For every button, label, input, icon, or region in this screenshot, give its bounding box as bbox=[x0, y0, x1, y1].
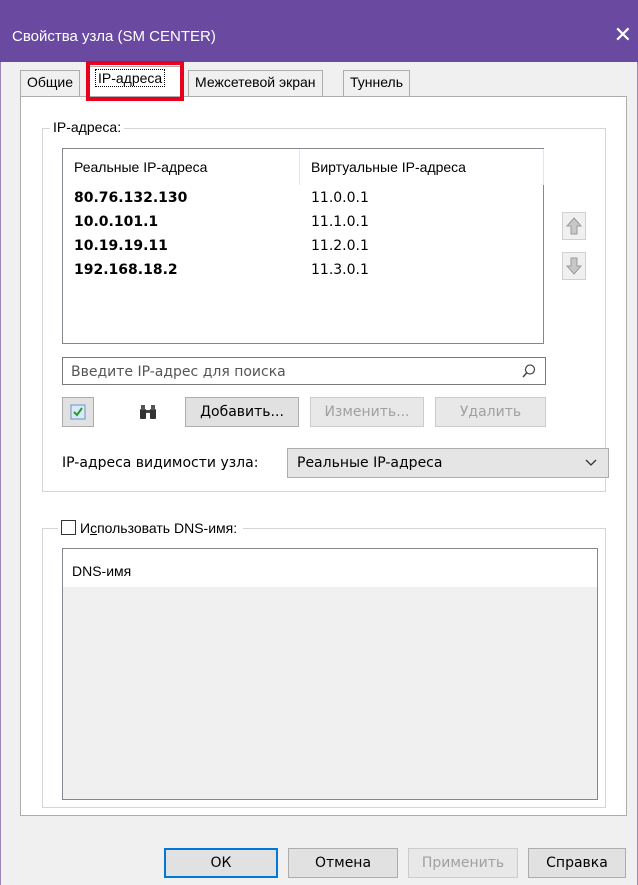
ok-button-label: ОК bbox=[210, 855, 232, 871]
virtual-ip: 11.3.0.1 bbox=[311, 262, 369, 278]
checkmark-icon bbox=[70, 404, 86, 420]
find-button[interactable] bbox=[132, 397, 164, 427]
add-button[interactable]: Добавить... bbox=[185, 397, 299, 427]
title-bar: Свойства узла (SM CENTER) ✕ bbox=[0, 0, 638, 62]
table-row[interactable]: 80.76.132.130 11.0.0.1 bbox=[63, 190, 543, 213]
virtual-ip: 11.1.0.1 bbox=[311, 214, 369, 230]
select-all-button[interactable] bbox=[62, 397, 94, 427]
column-real-ip[interactable]: Реальные IP-адреса bbox=[74, 159, 207, 175]
delete-button[interactable]: Удалить bbox=[435, 397, 546, 427]
dns-checkbox-label-prefix[interactable]: И bbox=[80, 520, 90, 536]
help-button[interactable]: Справка bbox=[528, 848, 626, 878]
tab-tunnel[interactable]: Туннель bbox=[343, 70, 411, 96]
column-dns-name[interactable]: DNS-имя bbox=[72, 563, 131, 579]
arrow-up-icon bbox=[565, 217, 583, 235]
table-row[interactable]: 10.19.19.11 11.2.0.1 bbox=[63, 238, 543, 261]
arrow-down-icon bbox=[565, 257, 583, 275]
close-icon[interactable]: ✕ bbox=[614, 22, 632, 48]
tab-label: Общие bbox=[27, 74, 74, 90]
edit-button-label: Изменить... bbox=[324, 404, 410, 420]
visibility-select[interactable]: Реальные IP-адреса bbox=[287, 448, 609, 478]
cancel-button-label: Отмена bbox=[314, 855, 372, 871]
real-ip: 10.0.101.1 bbox=[74, 214, 159, 230]
list-header: Реальные IP-адреса Виртуальные IP-адреса bbox=[63, 149, 544, 185]
highlight-box bbox=[86, 61, 184, 101]
visibility-value: Реальные IP-адреса bbox=[297, 455, 443, 471]
apply-button[interactable]: Применить bbox=[408, 848, 518, 878]
ip-address-list[interactable]: Реальные IP-адреса Виртуальные IP-адреса… bbox=[62, 148, 544, 344]
virtual-ip: 11.0.0.1 bbox=[311, 190, 369, 206]
dns-name-list[interactable]: DNS-имя bbox=[62, 548, 598, 800]
binoculars-icon bbox=[140, 405, 156, 419]
window-title: Свойства узла (SM CENTER) bbox=[12, 28, 216, 45]
delete-button-label: Удалить bbox=[459, 404, 522, 420]
tab-label: Туннель bbox=[350, 74, 404, 90]
real-ip: 10.19.19.11 bbox=[74, 238, 168, 254]
ip-group-legend: IP-адреса: bbox=[50, 119, 125, 135]
real-ip: 80.76.132.130 bbox=[74, 190, 188, 206]
ok-button[interactable]: ОК bbox=[164, 848, 278, 878]
list-header: DNS-имя bbox=[63, 549, 597, 587]
column-divider[interactable] bbox=[299, 149, 300, 185]
dns-checkbox-label-accel[interactable]: с bbox=[90, 520, 97, 536]
table-row[interactable]: 10.0.101.1 11.1.0.1 bbox=[63, 214, 543, 237]
cancel-button[interactable]: Отмена bbox=[288, 848, 398, 878]
edit-button[interactable]: Изменить... bbox=[310, 397, 424, 427]
virtual-ip: 11.2.0.1 bbox=[311, 238, 369, 254]
ip-search-box[interactable] bbox=[62, 357, 546, 385]
move-down-button[interactable] bbox=[562, 252, 586, 280]
add-button-label: Добавить... bbox=[200, 404, 284, 420]
apply-button-label: Применить bbox=[421, 855, 505, 871]
search-input[interactable] bbox=[69, 362, 509, 381]
search-icon[interactable] bbox=[521, 363, 537, 379]
visibility-label: IP-адреса видимости узла: bbox=[62, 455, 259, 471]
tab-firewall[interactable]: Межсетевой экран bbox=[188, 70, 323, 96]
dns-checkbox-label-rest[interactable]: пользовать DNS-имя: bbox=[97, 520, 237, 536]
column-divider[interactable] bbox=[543, 149, 544, 185]
tab-general[interactable]: Общие bbox=[20, 70, 81, 96]
column-virtual-ip[interactable]: Виртуальные IP-адреса bbox=[311, 159, 466, 175]
use-dns-checkbox[interactable] bbox=[61, 520, 76, 535]
table-row[interactable]: 192.168.18.2 11.3.0.1 bbox=[63, 262, 543, 285]
real-ip: 192.168.18.2 bbox=[74, 262, 178, 278]
dns-group-legend: Использовать DNS-имя: bbox=[58, 518, 244, 536]
help-button-label: Справка bbox=[546, 855, 608, 871]
chevron-down-icon bbox=[585, 459, 597, 466]
move-up-button[interactable] bbox=[562, 212, 586, 240]
tab-label: Межсетевой экран bbox=[195, 74, 316, 90]
